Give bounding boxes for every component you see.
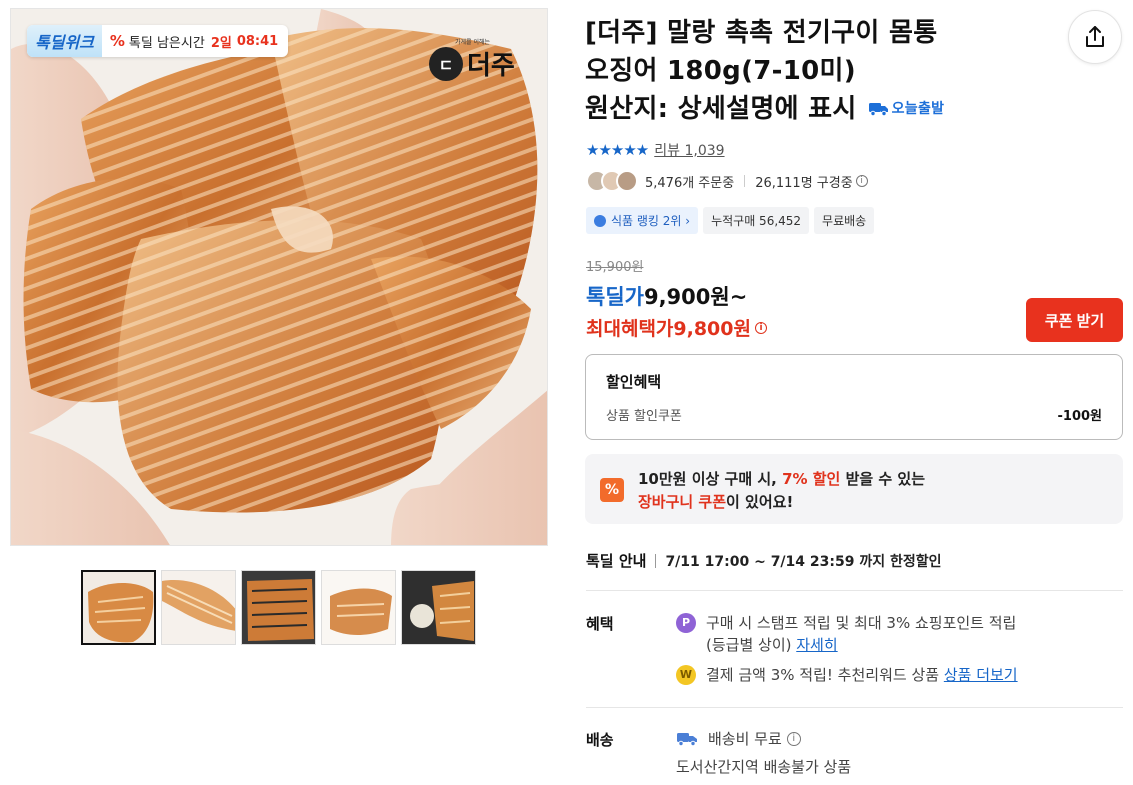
- talkdeal-timer-badge: 톡딜위크 % 톡딜 남은시간 2일 08:41: [27, 25, 289, 57]
- cart-coupon-name: 장바구니 쿠폰: [638, 493, 727, 511]
- deal-price-value: 9,900원~: [643, 285, 748, 309]
- deal-price: 톡딜가9,900원~: [586, 281, 747, 311]
- info-icon[interactable]: i: [754, 321, 767, 334]
- thumbnail-1[interactable]: [81, 570, 156, 645]
- brand-logo: 가게를 이해는 ㄷ 더주: [429, 39, 515, 82]
- more-products-link[interactable]: 상품 더보기: [944, 666, 1018, 684]
- discount-benefit-box: 할인혜택 상품 할인쿠폰 -100원: [585, 354, 1123, 440]
- cart-coupon-banner[interactable]: % 10만원 이상 구매 시, 7% 할인 받을 수 있는 장바구니 쿠폰이 있…: [585, 454, 1123, 524]
- shipping-label: 배송: [586, 731, 614, 749]
- product-chips: 식품 랭킹 2위 › 누적구매 56,452 무료배송: [586, 207, 875, 234]
- deal-info-label: 톡딜 안내: [586, 552, 647, 570]
- brand-name: 더주: [467, 51, 515, 81]
- info-icon[interactable]: i: [855, 175, 868, 187]
- truck-icon: [677, 732, 697, 746]
- brand-tagline: 가게를 이해는: [455, 39, 491, 46]
- cart-coupon-text: 10만원 이상 구매 시,: [638, 470, 783, 488]
- thumbnail-4[interactable]: [321, 570, 396, 645]
- social-proof-row: 5,476개 주문중 26,111명 구경중 i: [586, 170, 868, 192]
- shipping-note: 도서산간지역 배송불가 상품: [676, 758, 852, 776]
- shipping-fee: 배송비 무료: [708, 730, 782, 748]
- orders-count: 5,476개 주문중: [645, 175, 735, 191]
- cart-coupon-text: 이 있어요!: [726, 493, 794, 511]
- product-title: [더주] 말랑 촉촉 전기구이 몸통 오징어 180g(7-10미) 원산지: …: [585, 14, 1065, 128]
- free-shipping-chip: 무료배송: [814, 207, 875, 234]
- benefits-label: 혜택: [586, 615, 614, 633]
- shipping-fee-row: 배송비 무료 i: [676, 728, 801, 749]
- discount-item-label: 상품 할인쿠폰: [606, 409, 682, 424]
- deal-price-label: 톡딜가: [586, 285, 644, 309]
- original-price: 15,900원: [586, 260, 644, 275]
- thumbnail-strip: [81, 570, 476, 645]
- main-product-image[interactable]: 톡딜위크 % 톡딜 남은시간 2일 08:41 가게를 이해는 ㄷ 더주: [10, 8, 548, 546]
- ranking-chip-label: 식품 랭킹 2위 ›: [611, 214, 691, 228]
- info-icon[interactable]: i: [786, 731, 801, 746]
- rating-row: ★★★★★ 리뷰 1,039: [586, 140, 725, 160]
- divider: [586, 707, 1123, 708]
- title-line-3: 원산지: 상세설명에 표시: [585, 94, 857, 124]
- dried-squid-photo: [11, 9, 547, 545]
- reward-coin-icon: W: [676, 665, 696, 685]
- coupon-percent-icon: %: [600, 478, 624, 502]
- thumbnail-2[interactable]: [161, 570, 236, 645]
- cart-coupon-discount: 7% 할인: [782, 470, 841, 488]
- ranking-chip[interactable]: 식품 랭킹 2위 ›: [586, 207, 699, 234]
- benefit-item-reward: W 결제 금액 3% 적립! 추천리워드 상품 상품 더보기: [676, 664, 1018, 686]
- benefit-item-text: 결제 금액 3% 적립! 추천리워드 상품 상품 더보기: [706, 664, 1018, 686]
- cart-coupon-line-1: 10만원 이상 구매 시, 7% 할인 받을 수 있는: [638, 468, 925, 489]
- divider: [586, 590, 1123, 591]
- details-link[interactable]: 자세히: [796, 636, 837, 654]
- benefit-text: (등급별 상이): [706, 636, 797, 654]
- discount-heading: 할인혜택: [606, 373, 662, 391]
- review-count-link[interactable]: 리뷰 1,039: [654, 140, 724, 160]
- title-line-2: 오징어 180g(7-10미): [585, 56, 856, 86]
- max-benefit-price: 최대혜택가9,800원 i: [586, 314, 767, 341]
- cart-coupon-text: 받을 수 있는: [840, 470, 926, 488]
- thumbnail-5[interactable]: [401, 570, 476, 645]
- today-shipping-badge: 오늘출발: [867, 90, 945, 128]
- benefit-text: 결제 금액 3% 적립! 추천리워드 상품: [706, 666, 944, 684]
- title-line-1: [더주] 말랑 촉촉 전기구이 몸통: [585, 18, 938, 48]
- truck-icon: [868, 103, 888, 117]
- remaining-time-label: 톡딜 남은시간: [128, 35, 205, 51]
- percent-icon: %: [109, 32, 125, 50]
- star-rating-icon: ★★★★★: [586, 141, 649, 159]
- cumulative-purchase-chip: 누적구매 56,452: [703, 207, 810, 234]
- talkdeal-week-label: 톡딜위크: [27, 25, 102, 57]
- title-line-3-row: 원산지: 상세설명에 표시 오늘출발: [585, 90, 944, 128]
- benefit-item-stamp: P 구매 시 스탬프 적립 및 최대 3% 쇼핑포인트 적립 (등급별 상이) …: [676, 612, 1016, 656]
- buyer-avatars: [586, 170, 638, 192]
- deal-info-row: 톡딜 안내 7/11 17:00 ~ 7/14 23:59 까지 한정할인: [586, 550, 942, 571]
- viewers-count: 26,111명 구경중: [755, 175, 853, 191]
- ranking-icon: [594, 214, 606, 227]
- remaining-days: 2일: [210, 35, 232, 51]
- share-button[interactable]: [1068, 10, 1122, 64]
- avatar: [616, 170, 638, 192]
- share-icon: [1086, 26, 1104, 47]
- remaining-time: 08:41: [236, 33, 279, 49]
- thumbnail-3[interactable]: [241, 570, 316, 645]
- point-icon: P: [676, 613, 696, 633]
- benefit-item-text: 구매 시 스탬프 적립 및 최대 3% 쇼핑포인트 적립 (등급별 상이) 자세…: [706, 612, 1016, 656]
- today-shipping-label: 오늘출발: [891, 101, 945, 117]
- divider: [744, 175, 746, 187]
- benefit-text: 구매 시 스탬프 적립 및 최대 3% 쇼핑포인트 적립: [706, 614, 1017, 632]
- deal-period: 7/11 17:00 ~ 7/14 23:59 까지 한정할인: [665, 553, 942, 570]
- cart-coupon-line-2: 장바구니 쿠폰이 있어요!: [638, 491, 793, 512]
- get-coupon-button[interactable]: 쿠폰 받기: [1026, 298, 1123, 342]
- divider: [655, 553, 657, 568]
- max-benefit-price-text: 최대혜택가9,800원: [586, 318, 751, 340]
- brand-mark-icon: ㄷ: [429, 46, 463, 81]
- discount-item-value: -100원: [1057, 409, 1103, 424]
